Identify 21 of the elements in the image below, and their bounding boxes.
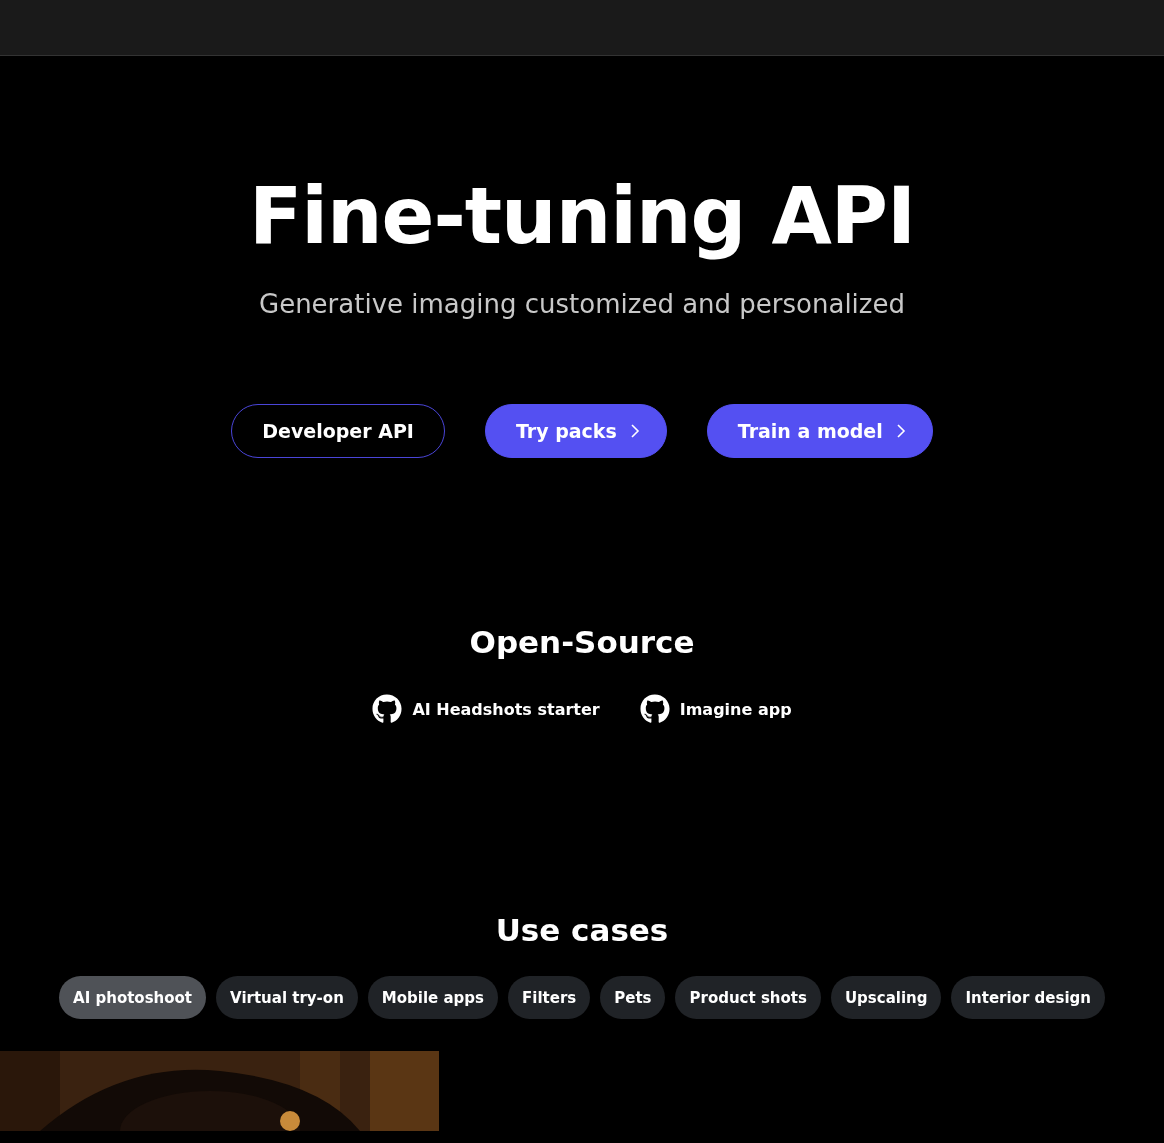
use-case-tab[interactable]: Interior design: [951, 976, 1105, 1019]
page-subtitle: Generative imaging customized and personalized: [259, 288, 905, 321]
page-title: Fine-tuning API: [249, 170, 915, 263]
section-heading: Use cases: [495, 911, 669, 950]
use-case-tab[interactable]: AI photoshoot: [59, 976, 207, 1019]
use-case-tab[interactable]: Upscaling: [830, 976, 942, 1019]
cta-button[interactable]: Developer API: [231, 404, 445, 458]
use-case-tab[interactable]: Filters: [508, 976, 591, 1019]
cta-button[interactable]: Try packs: [484, 404, 667, 458]
section-heading: Open-Source: [469, 623, 695, 662]
cat-silhouette-icon: [372, 694, 403, 724]
chevron-right-icon: [896, 424, 906, 438]
chevron-right-icon: [630, 424, 640, 438]
cta-button[interactable]: Train a model: [706, 404, 933, 458]
use-case-tab[interactable]: Mobile apps: [367, 976, 498, 1019]
use-case-tab[interactable]: Virtual try-on: [216, 976, 358, 1019]
repo-link[interactable]: Imagine app: [639, 694, 792, 724]
cat-silhouette-icon: [639, 694, 670, 724]
use-case-tab[interactable]: Pets: [600, 976, 666, 1019]
use-case-tab[interactable]: Product shots: [675, 976, 821, 1019]
repo-link[interactable]: AI Headshots starter: [372, 694, 600, 724]
